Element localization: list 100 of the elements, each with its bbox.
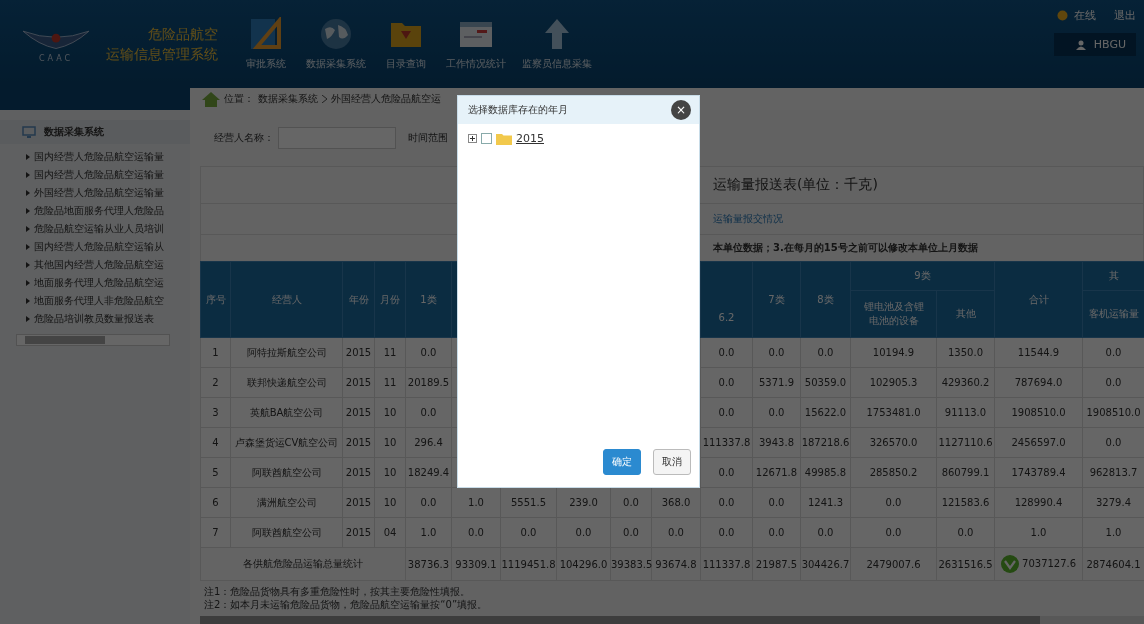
table-cell: 10 (383, 467, 397, 478)
report-title: 运输量报送表(单位：千克) (713, 176, 878, 194)
table-cell: 18249.4 (407, 467, 450, 478)
monitor-icon (22, 126, 36, 138)
close-button[interactable]: × (671, 100, 691, 120)
table-cell: 0.0 (1105, 437, 1122, 448)
column-header: 锂电池及含锂电池的设备 (862, 300, 925, 328)
table-cell: 0.0 (420, 407, 437, 418)
table-cell: 50359.0 (804, 377, 847, 388)
table-cell: 1753481.0 (866, 407, 921, 418)
table-cell: 10194.9 (872, 347, 915, 358)
table-cell: 0.0 (1105, 377, 1122, 388)
sidebar-link[interactable]: 其他国内经营人危险品航空运 (34, 258, 164, 272)
table-cell: 10 (383, 407, 397, 418)
scrollbar[interactable] (16, 334, 170, 346)
report-link[interactable]: 运输量报交情况 (713, 212, 783, 226)
bullet-icon (26, 172, 30, 178)
table-cell: 1.0 (468, 497, 484, 508)
column-header: 月份 (380, 293, 400, 305)
table-cell: 38736.3 (407, 558, 450, 570)
sidebar-link[interactable]: 国内经营人危险品航空运输量 (34, 168, 164, 182)
sidebar-link[interactable]: 危险品地面服务代理人危险品 (34, 204, 164, 218)
sidebar-link[interactable]: 危险品培训教员数量报送表 (34, 312, 154, 326)
table-cell: 0.0 (768, 407, 785, 418)
table-cell: 0.0 (817, 347, 834, 358)
table-cell: 3 (212, 407, 219, 418)
expand-icon[interactable] (468, 134, 477, 143)
table-cell: 0.0 (957, 527, 974, 538)
nav-item[interactable]: 审批系统 (238, 17, 294, 71)
scrollbar[interactable] (200, 616, 1144, 624)
sidebar-link[interactable]: 地面服务代理人危险品航空运 (34, 276, 164, 290)
table-cell: 1241.3 (808, 497, 843, 508)
column-header: 1类 (420, 293, 437, 305)
confirm-button[interactable]: 确定 (603, 449, 641, 475)
table-cell: 20189.5 (407, 377, 450, 388)
status-dot-icon (1057, 10, 1068, 21)
table-cell: 1743789.4 (1011, 467, 1066, 478)
table-cell: 阿特拉斯航空公司 (246, 346, 327, 358)
table-cell: 2015 (345, 527, 372, 538)
table-cell: 阿联酋航空公司 (251, 526, 322, 538)
column-header: 年份 (348, 293, 369, 305)
table-cell: 93674.8 (655, 558, 697, 570)
sidebar-link[interactable]: 国内经营人危险品航空运输从 (34, 240, 164, 254)
bullet-icon (26, 208, 30, 214)
table-cell: 21987.5 (755, 558, 798, 570)
table-cell: 2456597.0 (1011, 437, 1066, 448)
nav-item[interactable]: 监察员信息采集 (518, 17, 596, 71)
table-cell: 2015 (345, 377, 372, 388)
globe-icon (319, 17, 353, 51)
column-header: 7类 (768, 293, 785, 305)
sidebar-link[interactable]: 国内经营人危险品航空运输量 (34, 150, 164, 164)
nav-item[interactable]: 工作情况统计 (442, 17, 510, 71)
table-cell: 英航BA航空公司 (249, 406, 324, 418)
sidebar-link[interactable]: 外国经营人危险品航空运输量 (34, 186, 164, 200)
table-cell: 满洲航空公司 (256, 496, 317, 508)
bullet-icon (26, 190, 30, 196)
bullet-icon (26, 262, 30, 268)
table-cell: 1.0 (1030, 527, 1047, 538)
table-cell: 11544.9 (1017, 347, 1060, 358)
breadcrumb-link[interactable]: 数据采集系统 (258, 92, 318, 106)
tree-item[interactable]: 2015 (516, 132, 544, 145)
column-header: 6.2 (718, 312, 735, 323)
table-cell: 卢森堡货运CV航空公司 (234, 436, 339, 448)
app-title-line: 运输信息管理系统 (106, 45, 218, 64)
table-cell: 5371.9 (759, 377, 794, 388)
column-group-header: 其 (1108, 270, 1119, 281)
breadcrumb-link[interactable]: 外国经营人危险品航空运 (331, 92, 441, 106)
table-cell: 2874604.1 (1086, 558, 1141, 570)
table-cell: 860799.1 (941, 467, 990, 478)
table-cell: 2479007.6 (866, 558, 921, 570)
column-header: 合计 (1028, 293, 1049, 305)
logout-link[interactable]: 退出 (1114, 8, 1136, 23)
table-cell: 0.0 (885, 497, 902, 508)
table-cell: 12671.8 (755, 467, 798, 478)
table-cell: 10 (383, 437, 397, 448)
table-cell: 0.0 (468, 527, 484, 538)
field-label: 时间范围 (408, 131, 448, 145)
checkbox[interactable] (481, 133, 492, 144)
table-cell: 0.0 (718, 467, 735, 478)
table-cell: 1908510.0 (1086, 407, 1141, 418)
sidebar-link[interactable]: 地面服务代理人非危险品航空 (34, 294, 164, 308)
user-button[interactable]: HBGU (1053, 33, 1136, 56)
bullet-icon (26, 298, 30, 304)
nav-item[interactable]: 数据采集系统 (302, 17, 370, 71)
folder-icon (496, 132, 512, 145)
table-cell: 联邦快递航空公司 (246, 376, 327, 388)
table-cell: 0.0 (718, 377, 735, 388)
cancel-button[interactable]: 取消 (653, 449, 691, 475)
table-cell: 429360.2 (941, 377, 990, 388)
table-cell: 15622.0 (804, 407, 847, 418)
nav-item[interactable]: 目录查询 (378, 17, 434, 71)
table-cell: 6 (212, 497, 219, 508)
table-cell: 239.0 (569, 497, 598, 508)
dialog-title: 选择数据库存在的年月 (468, 103, 568, 117)
table-cell: 0.0 (768, 527, 785, 538)
table-cell: 285850.2 (869, 467, 918, 478)
table-cell: 0.0 (420, 347, 437, 358)
table-cell: 326570.0 (869, 437, 918, 448)
table-cell: 187218.6 (801, 437, 850, 448)
sidebar-link[interactable]: 危险品航空运输从业人员培训 (34, 222, 164, 236)
